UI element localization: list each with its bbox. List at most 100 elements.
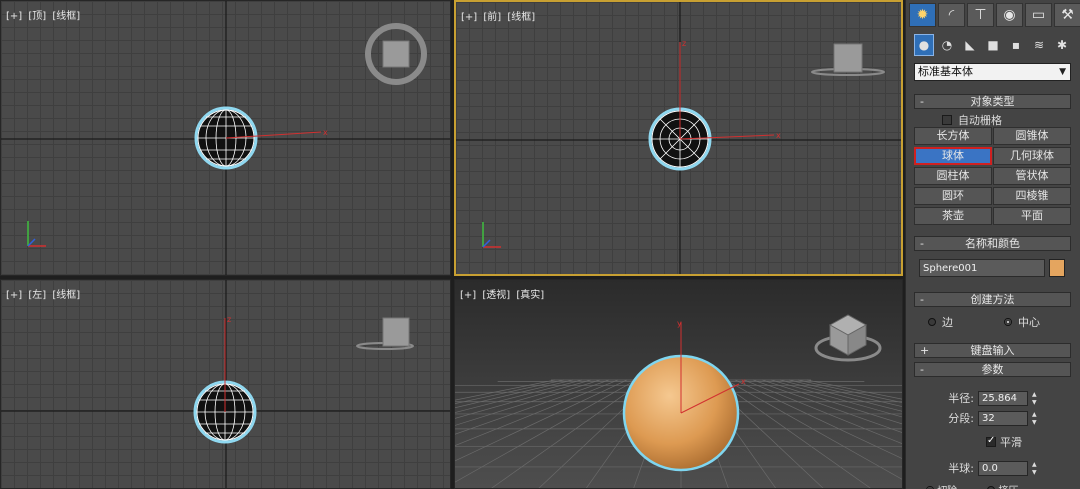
viewport-view-menu[interactable]: [左] (28, 290, 46, 301)
create-tab[interactable]: ✹ (909, 3, 936, 27)
hemisphere-spinner[interactable]: ▲ ▼ (1032, 461, 1041, 476)
collapse-icon: - (920, 363, 924, 376)
hierarchy-tab[interactable]: ⊤ (967, 3, 994, 27)
helpers-tab[interactable]: ▪ (1006, 34, 1026, 56)
viewport-plus-menu[interactable]: [+] (6, 290, 22, 301)
modify-icon: ◜ (948, 7, 955, 23)
rollout-creation-method[interactable]: - 创建方法 (914, 292, 1071, 307)
viewport-label: [+] [透视] [真实] (460, 286, 547, 301)
viewport-scene: x (1, 1, 450, 275)
geometry-tab[interactable]: ● (914, 34, 934, 56)
pyramid-button[interactable]: 四棱锥 (993, 187, 1071, 205)
svg-text:x: x (776, 131, 781, 140)
smooth-label: 平滑 (1000, 436, 1022, 449)
geometry-icon: ● (918, 38, 930, 52)
rollout-name-color[interactable]: - 名称和颜色 (914, 236, 1071, 251)
world-axis-tripod (482, 222, 501, 248)
rollout-title: 键盘输入 (970, 344, 1015, 357)
motion-tab[interactable]: ◉ (996, 3, 1023, 27)
hemisphere-row: 半球: ▲▼ (940, 460, 1041, 476)
radius-input[interactable] (978, 390, 1028, 406)
radius-label: 半径: (948, 392, 974, 405)
object-name-input[interactable] (919, 259, 1045, 277)
sphere-button[interactable]: 球体 (914, 147, 992, 165)
svg-text:x: x (323, 128, 328, 137)
creation-edge-option[interactable]: 边 (928, 314, 953, 330)
primitive-category-value: 标准基本体 (918, 65, 973, 78)
viewport-front[interactable]: [+] [前] [线框] z x (454, 0, 903, 276)
cameras-icon: ■ (987, 38, 999, 52)
geosphere-button[interactable]: 几何球体 (993, 147, 1071, 165)
auto-grid-checkbox[interactable] (942, 115, 952, 125)
viewport-shading-menu[interactable]: [线框] (52, 290, 80, 301)
chop-option[interactable]: 切除 (926, 482, 957, 489)
tube-button[interactable]: 管状体 (993, 167, 1071, 185)
command-panel: ✹ ◜ ⊤ ◉ ▭ ⚒ ● ◔ ◣ ■ ▪ ≋ ✱ 标准基本体 ▼ - 对象类型… (905, 0, 1080, 489)
radius-row: 半径: ▲▼ (940, 390, 1041, 406)
cameras-tab[interactable]: ■ (983, 34, 1003, 56)
box-button[interactable]: 长方体 (914, 127, 992, 145)
plane-button[interactable]: 平面 (993, 207, 1071, 225)
rollout-title: 参数 (981, 363, 1004, 376)
hierarchy-icon: ⊤ (974, 7, 987, 23)
create-category-tabs: ● ◔ ◣ ■ ▪ ≋ ✱ (914, 34, 1072, 56)
rollout-object-type[interactable]: - 对象类型 (914, 94, 1071, 109)
svg-text:z: z (682, 39, 686, 48)
hemisphere-input[interactable] (978, 460, 1028, 476)
edge-label: 边 (942, 316, 953, 329)
auto-grid-label: 自动栅格 (958, 114, 1002, 127)
viewport-shading-menu[interactable]: [线框] (52, 11, 80, 22)
radius-spinner[interactable]: ▲ ▼ (1032, 391, 1041, 406)
object-type-buttons: 长方体 圆锥体 球体 几何球体 圆柱体 管状体 圆环 四棱锥 茶壶 平面 (914, 127, 1071, 225)
utilities-tab[interactable]: ⚒ (1054, 3, 1080, 27)
smooth-checkbox[interactable] (986, 435, 996, 447)
svg-text:y: y (677, 319, 682, 328)
motion-icon: ◉ (1003, 7, 1016, 23)
viewport-shading-menu[interactable]: [真实] (516, 290, 544, 301)
viewport-plus-menu[interactable]: [+] (460, 290, 476, 301)
viewcube[interactable] (814, 314, 882, 362)
viewcube[interactable] (356, 317, 414, 350)
display-tab[interactable]: ▭ (1025, 3, 1052, 27)
edge-radio[interactable] (928, 318, 936, 326)
viewport-label: [+] [顶] [线框] (6, 7, 83, 22)
viewcube[interactable] (811, 43, 885, 76)
shapes-tab[interactable]: ◔ (937, 34, 957, 56)
teapot-button[interactable]: 茶壶 (914, 207, 992, 225)
viewport-view-menu[interactable]: [顶] (28, 11, 46, 22)
creation-center-option[interactable]: 中心 (1004, 314, 1040, 330)
viewport-shading-menu[interactable]: [线框] (507, 12, 535, 23)
viewport-view-menu[interactable]: [前] (483, 12, 501, 23)
systems-tab[interactable]: ✱ (1052, 34, 1072, 56)
lights-tab[interactable]: ◣ (960, 34, 980, 56)
cone-button[interactable]: 圆锥体 (993, 127, 1071, 145)
viewport-plus-menu[interactable]: [+] (461, 12, 477, 23)
viewport-top[interactable]: [+] [顶] [线框] x (0, 0, 451, 276)
world-axis-tripod (27, 221, 46, 247)
rollout-parameters[interactable]: - 参数 (914, 362, 1071, 377)
viewport-perspective[interactable]: [+] [透视] [真实] y x (454, 279, 903, 489)
segments-spinner[interactable]: ▲ ▼ (1032, 411, 1041, 426)
utilities-icon: ⚒ (1061, 7, 1074, 23)
viewcube[interactable] (365, 23, 427, 85)
viewport-plus-menu[interactable]: [+] (6, 11, 22, 22)
command-panel-tabs: ✹ ◜ ⊤ ◉ ▭ ⚒ (909, 3, 1080, 27)
cylinder-button[interactable]: 圆柱体 (914, 167, 992, 185)
rollout-title: 创建方法 (970, 293, 1015, 306)
rollout-title: 名称和颜色 (965, 237, 1020, 250)
squash-option[interactable]: 挤压 (987, 482, 1018, 489)
center-label: 中心 (1018, 316, 1040, 329)
spacewarps-tab[interactable]: ≋ (1029, 34, 1049, 56)
shapes-icon: ◔ (941, 38, 953, 52)
center-radio[interactable] (1004, 318, 1012, 326)
viewport-scene: z x (456, 2, 901, 274)
primitive-category-select[interactable]: 标准基本体 ▼ (914, 63, 1071, 81)
torus-button[interactable]: 圆环 (914, 187, 992, 205)
rollout-keyboard-entry[interactable]: + 键盘输入 (914, 343, 1071, 358)
collapse-icon: - (920, 95, 924, 108)
modify-tab[interactable]: ◜ (938, 3, 965, 27)
viewport-view-menu[interactable]: [透视] (482, 290, 510, 301)
viewport-left[interactable]: [+] [左] [线框] z (0, 279, 451, 489)
object-color-swatch[interactable] (1049, 259, 1065, 277)
segments-input[interactable] (978, 410, 1028, 426)
